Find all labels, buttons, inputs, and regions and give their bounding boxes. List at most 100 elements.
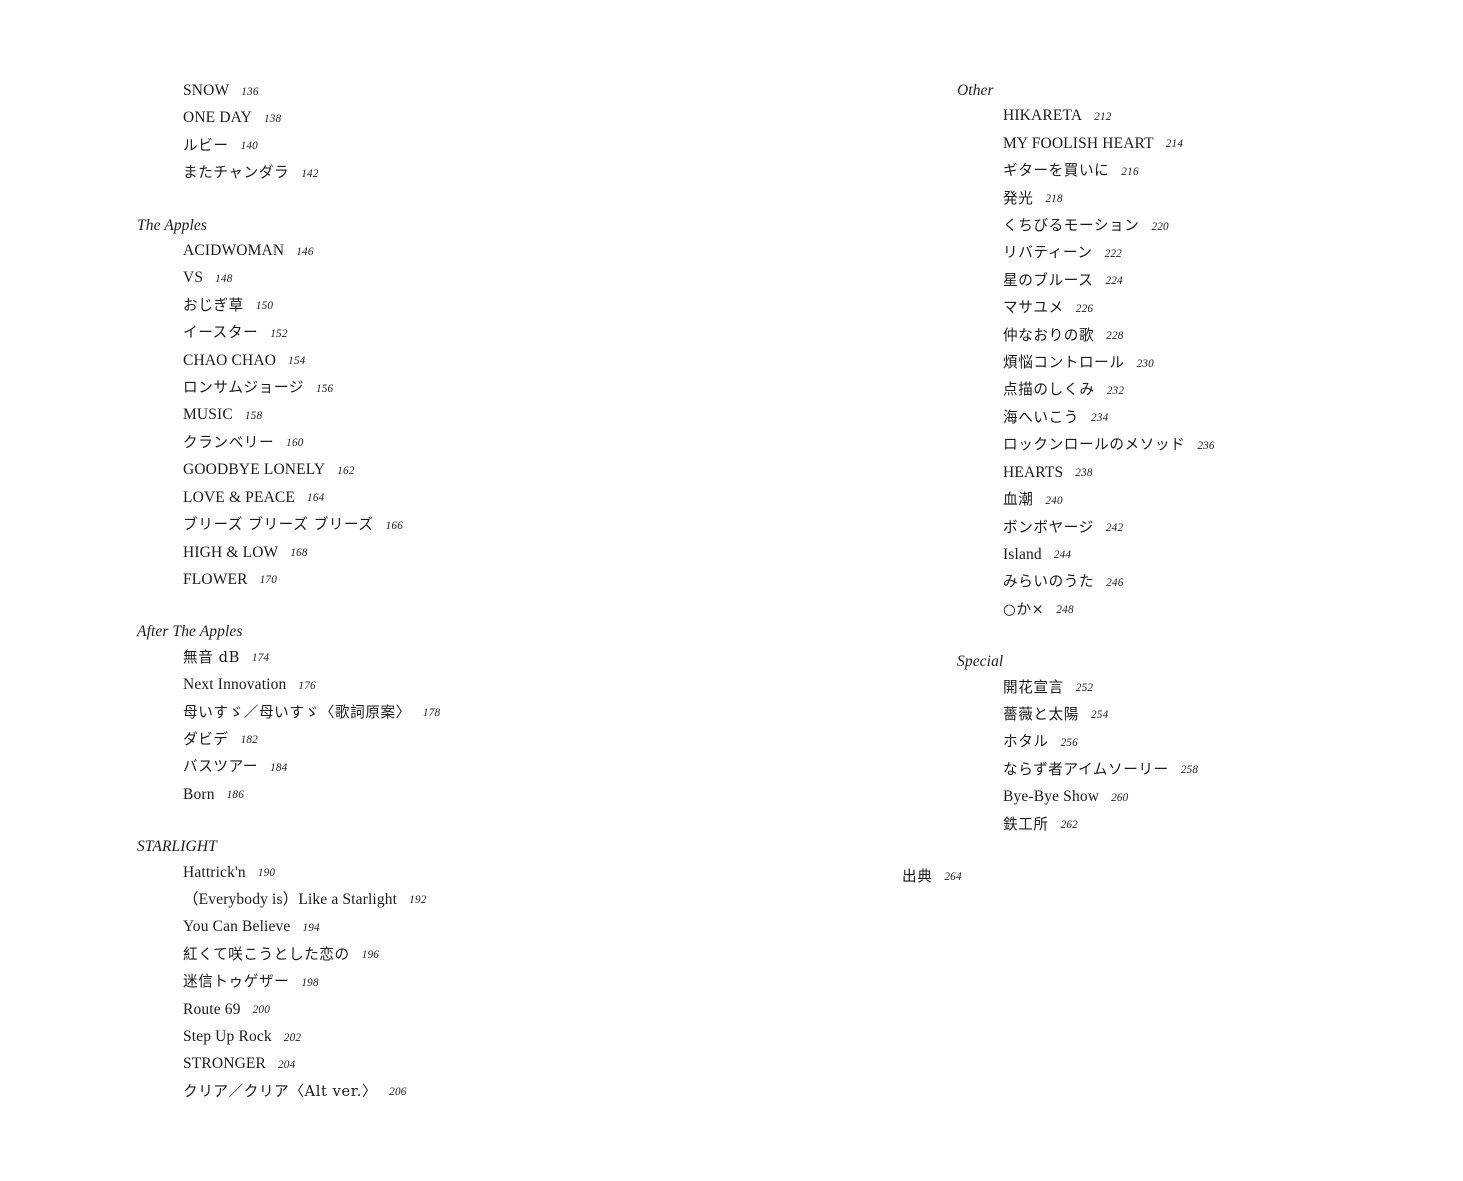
toc-entry-page-number: 176 — [298, 679, 316, 692]
toc-entry[interactable]: 母いすゞ／母いすゞ〈歌詞原案〉 178 — [183, 700, 757, 727]
toc-entry[interactable]: またチャンダラ 142 — [183, 160, 757, 187]
toc-entry-title: Next Innovation — [183, 676, 287, 694]
toc-entry-title: CHAO CHAO — [183, 351, 277, 369]
toc-entry[interactable]: HIGH & LOW 168 — [183, 540, 757, 567]
toc-entry[interactable]: 薔薇と太陽 254 — [1003, 702, 1417, 729]
toc-entry-title: SNOW — [183, 82, 230, 99]
toc-entry[interactable]: Step Up Rock 202 — [183, 1024, 757, 1051]
toc-entry-title: クリア／クリア〈Alt ver.〉 — [183, 1082, 378, 1100]
toc-entry[interactable]: FLOWER 170 — [183, 567, 757, 594]
toc-entry-list: ACIDWOMAN 146 VS 148 おじぎ草 150 イースター 152 CHAO CHA… — [137, 238, 757, 594]
toc-entry-title: Hattrick'n — [183, 863, 246, 881]
toc-entry[interactable]: 開花宣言 252 — [1003, 675, 1417, 702]
toc-entry[interactable]: Born 186 — [183, 782, 757, 809]
toc-entry[interactable]: バスツアー 184 — [183, 754, 757, 781]
toc-entry-page-number: 246 — [1106, 576, 1124, 589]
toc-entry[interactable]: 星のブルース 224 — [1003, 268, 1417, 295]
toc-entry[interactable]: ボンボヤージ 242 — [1003, 515, 1417, 542]
toc-entry[interactable]: SNOW 136 — [183, 78, 757, 105]
toc-entry[interactable]: ロンサムジョージ 156 — [183, 375, 757, 402]
toc-entry[interactable]: 海へいこう 234 — [1003, 405, 1417, 432]
toc-entry[interactable]: 鉄工所 262 — [1003, 812, 1417, 839]
toc-entry-title: クランベリー — [183, 433, 275, 451]
toc-entry[interactable]: 迷信トゥゲザー 198 — [183, 969, 757, 996]
toc-entry[interactable]: VS 148 — [183, 265, 757, 292]
toc-entry-title: 母いすゞ／母いすゞ〈歌詞原案〉 — [183, 703, 411, 721]
toc-entry-title: HIGH & LOW — [183, 543, 279, 561]
toc-entry[interactable]: ルビー 140 — [183, 133, 757, 160]
toc-entry[interactable]: You Can Believe 194 — [183, 914, 757, 941]
toc-entry[interactable]: HIKARETA 212 — [1003, 103, 1417, 130]
toc-entry[interactable]: 仲なおりの歌 228 — [1003, 323, 1417, 350]
toc-entry-page-number: 232 — [1106, 384, 1125, 397]
toc-entry[interactable]: ONE DAY 138 — [183, 105, 757, 132]
toc-entry[interactable]: 煩悩コントロール 230 — [1003, 350, 1417, 377]
toc-entry-page-number: 254 — [1090, 709, 1109, 722]
toc-entry-title: リバティーン — [1003, 244, 1093, 262]
toc-entry-title: 星のブルース — [1003, 271, 1094, 289]
toc-entry[interactable]: くちびるモーション 220 — [1003, 213, 1417, 240]
toc-entry[interactable]: STRONGER 204 — [183, 1051, 757, 1078]
toc-entry-page-number: 186 — [226, 789, 244, 802]
toc-entry[interactable]: クランベリー 160 — [183, 430, 757, 457]
toc-column-right: Other HIKARETA 212 MY FOOLISH HEART 214 ギターを買… — [902, 78, 1417, 891]
toc-entry[interactable]: 紅くて咲こうとした恋の 196 — [183, 942, 757, 969]
toc-entry-page-number: 160 — [286, 437, 304, 450]
toc-entry-page-number: 214 — [1165, 138, 1184, 151]
toc-entry-title: 発光 — [1003, 189, 1034, 207]
toc-entry[interactable]: Bye-Bye Show 260 — [1003, 784, 1417, 811]
toc-entry[interactable]: ブリーズ ブリーズ ブリーズ 166 — [183, 512, 757, 539]
toc-entry[interactable]: ホタル 256 — [1003, 729, 1417, 756]
toc-entry[interactable]: Next Innovation 176 — [183, 672, 757, 699]
toc-entry[interactable]: GOODBYE LONELY 162 — [183, 457, 757, 484]
toc-entry-title: Bye-Bye Show — [1003, 788, 1100, 806]
toc-entry[interactable]: ○か× 248 — [1003, 597, 1417, 624]
toc-entry[interactable]: おじぎ草 150 — [183, 293, 757, 320]
toc-entry-title: 紅くて咲こうとした恋の — [183, 945, 350, 963]
toc-entry-page-number: 192 — [409, 894, 427, 907]
toc-entry-page-number: 264 — [944, 871, 962, 884]
toc-entry-title: FLOWER — [183, 570, 248, 588]
toc-entry[interactable]: Hattrick'n 190 — [183, 860, 757, 887]
toc-entry[interactable]: 無音 dB 174 — [183, 645, 757, 672]
toc-section: STARLIGHT Hattrick'n 190 （Everybody is）Like… — [137, 834, 757, 1106]
toc-entry[interactable]: Route 69 200 — [183, 997, 757, 1024]
toc-column-left: SNOW 136 ONE DAY 138 ルビー 140 またチャンダラ 142 The App… — [137, 78, 757, 1106]
toc-entry[interactable]: ギターを買いに 216 — [1003, 158, 1417, 185]
toc-entry-page-number: 240 — [1045, 494, 1063, 507]
toc-entry[interactable]: 血潮 240 — [1003, 487, 1417, 514]
toc-entry[interactable]: イースター 152 — [183, 320, 757, 347]
toc-entry[interactable]: ACIDWOMAN 146 — [183, 238, 757, 265]
toc-entry[interactable]: LOVE & PEACE 164 — [183, 485, 757, 512]
toc-entry[interactable]: （Everybody is）Like a Starlight 192 — [183, 887, 757, 914]
toc-entry[interactable]: ダビデ 182 — [183, 727, 757, 754]
toc-entry-title: 鉄工所 — [1003, 815, 1049, 833]
toc-section: Other HIKARETA 212 MY FOOLISH HEART 214 ギターを買… — [957, 78, 1417, 624]
toc-entry[interactable]: クリア／クリア〈Alt ver.〉 206 — [183, 1079, 757, 1106]
toc-entry-title: おじぎ草 — [183, 296, 244, 314]
toc-entry-title: HIKARETA — [1003, 107, 1083, 125]
toc-entry-page-number: 212 — [1094, 110, 1112, 123]
toc-entry-title: ホタル — [1003, 733, 1049, 751]
toc-entry[interactable]: 点描のしくみ 232 — [1003, 377, 1417, 404]
toc-entry[interactable]: MY FOOLISH HEART 214 — [1003, 131, 1417, 158]
toc-entry-page-number: 198 — [301, 976, 319, 989]
toc-entry[interactable]: MUSIC 158 — [183, 402, 757, 429]
toc-entry[interactable]: マサユメ 226 — [1003, 295, 1417, 322]
toc-entry[interactable]: 発光 218 — [1003, 186, 1417, 213]
toc-entry[interactable]: ロックンロールのメソッド 236 — [1003, 432, 1417, 459]
toc-entry[interactable]: Island 244 — [1003, 542, 1417, 569]
toc-section-title: STARLIGHT — [137, 838, 217, 856]
toc-entry-title: ○か× — [1003, 600, 1045, 618]
toc-entry-title: ONE DAY — [183, 109, 252, 127]
toc-entry[interactable]: みらいのうた 246 — [1003, 569, 1417, 596]
toc-entry-page-number: 156 — [315, 382, 334, 395]
toc-entry-sources[interactable]: 出典 264 — [902, 864, 1417, 891]
toc-entry[interactable]: ならず者アイムソーリー 258 — [1003, 757, 1417, 784]
toc-entry[interactable]: CHAO CHAO 154 — [183, 348, 757, 375]
toc-entry-page-number: 220 — [1151, 220, 1169, 233]
toc-entry-page-number: 234 — [1090, 412, 1109, 425]
toc-entry[interactable]: HEARTS 238 — [1003, 460, 1417, 487]
toc-entry[interactable]: リバティーン 222 — [1003, 240, 1417, 267]
